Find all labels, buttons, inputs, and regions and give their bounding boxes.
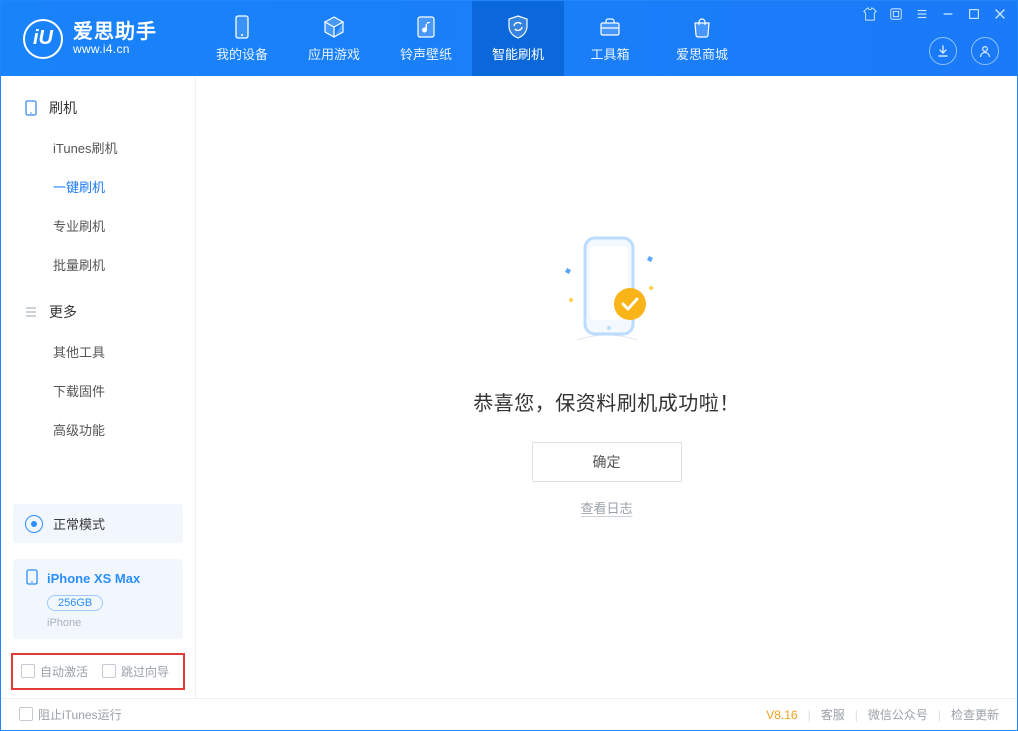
version-label: V8.16 [766, 708, 797, 722]
sidebar-group-title: 刷机 [49, 98, 77, 118]
logo-icon: iU [23, 19, 63, 59]
device-phone-icon [25, 569, 39, 588]
nav-tab-device[interactable]: 我的设备 [196, 1, 288, 76]
list-icon [23, 304, 39, 320]
tshirt-icon[interactable] [863, 7, 877, 21]
checkbox-block-itunes[interactable]: 阻止iTunes运行 [19, 706, 122, 723]
bag-icon [689, 14, 715, 40]
device-name: iPhone XS Max [47, 571, 140, 586]
footer-link-support[interactable]: 客服 [821, 706, 845, 723]
device-icon [229, 14, 255, 40]
header: iU 爱思助手 www.i4.cn 我的设备 应用游戏 [1, 1, 1017, 76]
checkbox-skip-guide[interactable]: 跳过向导 [102, 663, 169, 680]
nav-tab-toolbox[interactable]: 工具箱 [564, 1, 656, 76]
sidebar-item-download-firmware[interactable]: 下载固件 [1, 371, 195, 410]
sidebar-group-more[interactable]: 更多 [1, 292, 195, 332]
success-title: 恭喜您，保资料刷机成功啦！ [473, 387, 740, 416]
view-log-link[interactable]: 查看日志 [580, 498, 632, 517]
checkbox-label: 自动激活 [40, 665, 88, 679]
body: 刷机 iTunes刷机 一键刷机 专业刷机 批量刷机 更多 其他工具 下载固件 … [1, 76, 1017, 698]
window-controls [863, 7, 1007, 21]
music-icon [413, 14, 439, 40]
nav-label: 爱思商城 [676, 44, 728, 63]
app-url: www.i4.cn [73, 43, 157, 56]
separator: | [808, 708, 811, 722]
nav-tab-apps[interactable]: 应用游戏 [288, 1, 380, 76]
ok-button[interactable]: 确定 [532, 442, 682, 482]
nav-tabs: 我的设备 应用游戏 铃声壁纸 智能刷机 [196, 1, 748, 76]
sidebar-item-itunes-flash[interactable]: iTunes刷机 [1, 128, 195, 167]
device-type: iPhone [47, 617, 171, 629]
sidebar-group-title: 更多 [49, 302, 77, 322]
maximize-button[interactable] [967, 7, 981, 21]
main-content: 恭喜您，保资料刷机成功啦！ 确定 查看日志 [196, 76, 1017, 698]
mode-box[interactable]: 正常模式 [13, 504, 183, 543]
nav-label: 我的设备 [216, 44, 268, 63]
sidebar-item-advanced[interactable]: 高级功能 [1, 410, 195, 449]
nav-label: 应用游戏 [308, 44, 360, 63]
separator: | [855, 708, 858, 722]
checkbox-label: 跳过向导 [121, 665, 169, 679]
skin-icon[interactable] [889, 7, 903, 21]
download-button[interactable] [929, 37, 957, 65]
app-window: iU 爱思助手 www.i4.cn 我的设备 应用游戏 [0, 0, 1018, 731]
sidebar-item-batch-flash[interactable]: 批量刷机 [1, 245, 195, 284]
logo-block: iU 爱思助手 www.i4.cn [1, 19, 196, 59]
nav-tab-ringtone[interactable]: 铃声壁纸 [380, 1, 472, 76]
user-button[interactable] [971, 37, 999, 65]
footer: 阻止iTunes运行 V8.16 | 客服 | 微信公众号 | 检查更新 [1, 698, 1017, 730]
minimize-button[interactable] [941, 7, 955, 21]
sidebar-item-other-tools[interactable]: 其他工具 [1, 332, 195, 371]
nav-tab-flash[interactable]: 智能刷机 [472, 1, 564, 76]
checkbox-label: 阻止iTunes运行 [38, 708, 122, 722]
mode-icon [25, 515, 43, 533]
phone-icon [23, 100, 39, 116]
nav-label: 智能刷机 [492, 44, 544, 63]
nav-tab-store[interactable]: 爱思商城 [656, 1, 748, 76]
checkbox-icon [19, 707, 33, 721]
separator: | [938, 708, 941, 722]
sidebar-scroll: 刷机 iTunes刷机 一键刷机 专业刷机 批量刷机 更多 其他工具 下载固件 … [1, 76, 195, 496]
close-button[interactable] [993, 7, 1007, 21]
checkbox-icon [21, 664, 35, 678]
checkbox-auto-activate[interactable]: 自动激活 [21, 663, 88, 680]
refresh-shield-icon [505, 14, 531, 40]
cube-icon [321, 14, 347, 40]
device-capacity: 256GB [47, 595, 103, 611]
header-right-icons [929, 37, 999, 65]
sidebar-item-pro-flash[interactable]: 专业刷机 [1, 206, 195, 245]
bottom-options-highlight: 自动激活 跳过向导 [11, 653, 185, 690]
success-illustration [527, 228, 687, 363]
sidebar-item-oneclick-flash[interactable]: 一键刷机 [1, 167, 195, 206]
logo-text: 爱思助手 www.i4.cn [73, 22, 157, 56]
nav-label: 工具箱 [590, 44, 629, 63]
app-name: 爱思助手 [73, 22, 157, 43]
menu-icon[interactable] [915, 7, 929, 21]
mode-label: 正常模式 [53, 514, 105, 533]
checkbox-icon [102, 664, 116, 678]
footer-link-update[interactable]: 检查更新 [951, 706, 999, 723]
sidebar-group-flash[interactable]: 刷机 [1, 88, 195, 128]
device-box[interactable]: iPhone XS Max 256GB iPhone [13, 559, 183, 639]
toolbox-icon [597, 14, 623, 40]
footer-link-wechat[interactable]: 微信公众号 [868, 706, 928, 723]
sidebar: 刷机 iTunes刷机 一键刷机 专业刷机 批量刷机 更多 其他工具 下载固件 … [1, 76, 196, 698]
nav-label: 铃声壁纸 [400, 44, 452, 63]
